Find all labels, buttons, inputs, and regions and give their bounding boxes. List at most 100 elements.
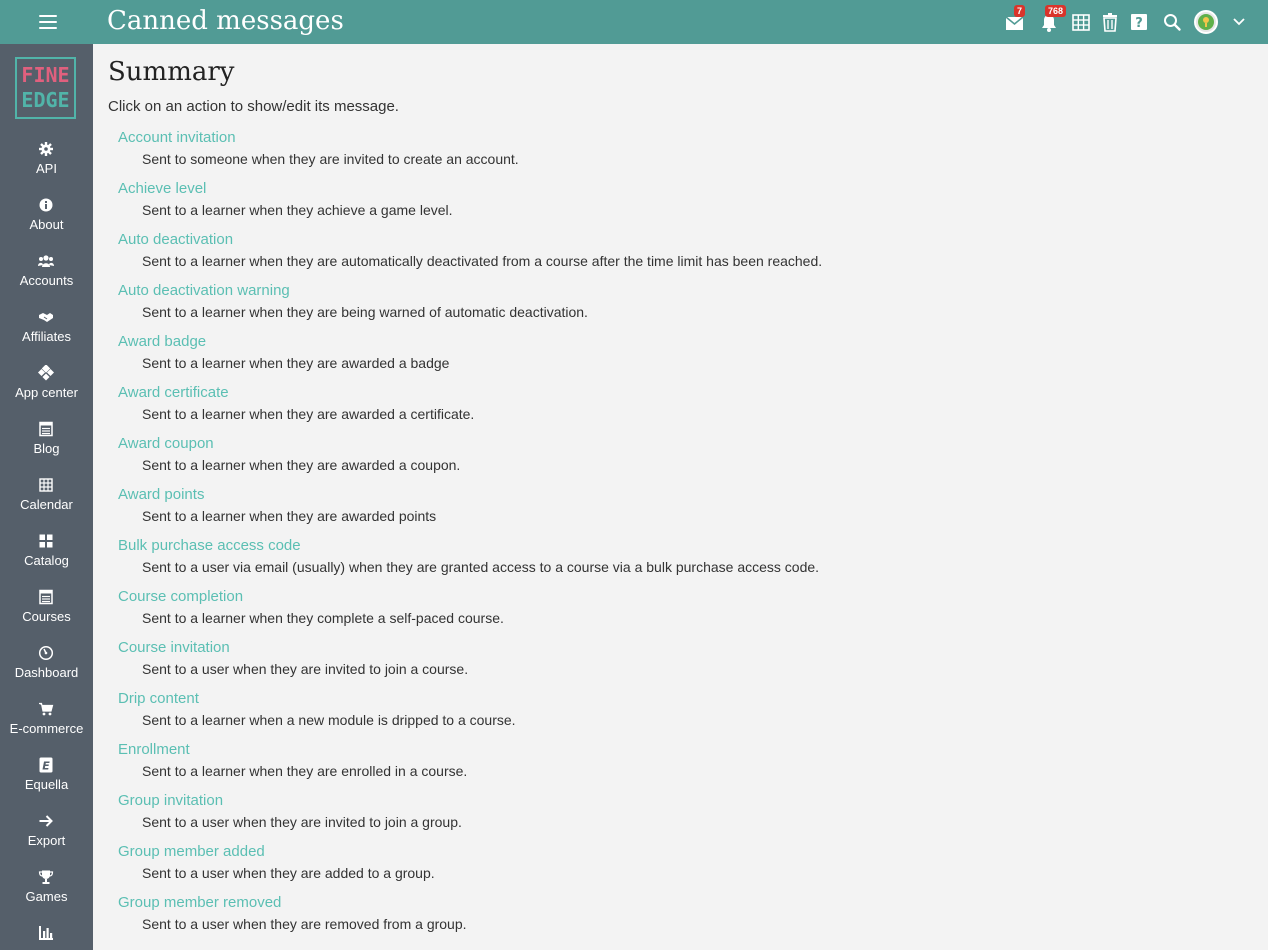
instructions-text: Click on an action to show/edit its mess…: [108, 98, 399, 115]
search-icon: [1164, 14, 1181, 31]
message-link[interactable]: Enrollment: [118, 741, 190, 758]
calendar-icon: [1072, 14, 1090, 31]
top-bar: Canned messages 7 768 ?: [0, 0, 1268, 44]
sidebar-item-blog[interactable]: Blog: [0, 421, 93, 477]
gear-icon: [39, 142, 53, 156]
sidebar-item-label: Equella: [24, 777, 69, 792]
message-description: Sent to a learner when they are automati…: [142, 253, 823, 269]
trash-icon: [1103, 13, 1117, 32]
sidebar-item-label: Dashboard: [14, 665, 79, 680]
message-description: Sent to a learner when they are awarded …: [142, 355, 450, 371]
user-avatar[interactable]: [1194, 10, 1218, 34]
sidebar-item-reports[interactable]: [0, 925, 93, 950]
info-icon: [39, 198, 53, 212]
equella-icon: E: [39, 757, 53, 773]
message-description: Sent to a user when they are invited to …: [142, 814, 462, 830]
sidebar-item-accounts[interactable]: Accounts: [0, 253, 93, 309]
message-link[interactable]: Auto deactivation warning: [118, 282, 290, 299]
list-item: Drip content Sent to a learner when a new…: [118, 690, 1218, 741]
message-link[interactable]: Group member removed: [118, 894, 281, 911]
sidebar-item-label: Export: [27, 833, 66, 848]
list-item: Auto deactivation warning Sent to a learn…: [118, 282, 1218, 333]
list-item: Group member added Sent to a user when th…: [118, 843, 1218, 894]
message-link[interactable]: Account invitation: [118, 129, 236, 146]
list-item: Enrollment Sent to a learner when they ar…: [118, 741, 1218, 792]
blog-icon: [39, 421, 53, 437]
bar-chart-icon: [39, 926, 53, 940]
sidebar-item-catalog[interactable]: Catalog: [0, 533, 93, 589]
message-description: Sent to a user via email (usually) when …: [142, 559, 820, 575]
messages-button[interactable]: 7: [1003, 5, 1027, 34]
message-description: Sent to a learner when they achieve a ga…: [142, 202, 453, 218]
sidebar-item-app-center[interactable]: App center: [0, 365, 93, 421]
message-link[interactable]: Auto deactivation: [118, 231, 233, 248]
gauge-icon: [38, 645, 54, 661]
svg-text:?: ?: [1135, 16, 1143, 31]
search-button[interactable]: [1160, 10, 1184, 34]
message-link[interactable]: Course completion: [118, 588, 243, 605]
courses-icon: [39, 589, 53, 605]
message-link[interactable]: Award points: [118, 486, 204, 503]
calendar-button[interactable]: [1069, 10, 1093, 34]
message-link[interactable]: Achieve level: [118, 180, 206, 197]
message-link[interactable]: Course invitation: [118, 639, 230, 656]
message-description: Sent to a learner when they are enrolled…: [142, 763, 468, 779]
trophy-icon: [38, 870, 54, 884]
sidebar-item-export[interactable]: Export: [0, 813, 93, 869]
sidebar-item-e-commerce[interactable]: E-commerce: [0, 701, 93, 757]
sidebar-item-affiliates[interactable]: Affiliates: [0, 309, 93, 365]
messages-badge: 7: [1014, 5, 1026, 17]
cart-icon: [39, 702, 54, 716]
message-link[interactable]: Group member added: [118, 843, 265, 860]
sidebar-item-games[interactable]: Games: [0, 869, 93, 925]
message-link[interactable]: Award certificate: [118, 384, 229, 401]
list-item: Course completion Sent to a learner when …: [118, 588, 1218, 639]
message-link[interactable]: Bulk purchase access code: [118, 537, 301, 554]
sidebar-item-label: App center: [15, 385, 78, 400]
logo-line-2: EDGE: [21, 88, 70, 112]
notifications-badge: 768: [1045, 5, 1067, 17]
sidebar-item-label: Affiliates: [22, 329, 71, 344]
message-link[interactable]: Drip content: [118, 690, 199, 707]
message-description: Sent to a user when they are removed fro…: [142, 916, 467, 932]
apps-icon: [38, 365, 54, 381]
sidebar-item-calendar[interactable]: Calendar: [0, 477, 93, 533]
notifications-button[interactable]: 768: [1037, 5, 1067, 34]
message-link[interactable]: Award coupon: [118, 435, 214, 452]
sidebar-item-label: Courses: [22, 609, 71, 624]
sidebar-item-courses[interactable]: Courses: [0, 589, 93, 645]
message-link[interactable]: Group invitation: [118, 792, 223, 809]
sidebar-item-dashboard[interactable]: Dashboard: [0, 645, 93, 701]
message-description: Sent to a user when they are invited to …: [142, 661, 469, 677]
help-button[interactable]: ?: [1127, 10, 1151, 34]
list-item: Award certificate Sent to a learner when …: [118, 384, 1218, 435]
sidebar-item-api[interactable]: API: [0, 141, 93, 197]
message-description: Sent to a learner when they are awarded …: [142, 406, 475, 422]
list-item: Award coupon Sent to a learner when they …: [118, 435, 1218, 486]
message-description: Sent to a learner when they are being wa…: [142, 304, 588, 320]
sidebar-item-label: Games: [25, 889, 68, 904]
arrow-right-icon: [39, 815, 53, 827]
sidebar-item-label: Blog: [33, 441, 60, 456]
list-item: Award points Sent to a learner when they …: [118, 486, 1218, 537]
chevron-down-icon[interactable]: [1231, 14, 1247, 30]
message-description: Sent to someone when they are invited to…: [142, 151, 519, 167]
handshake-icon: [39, 313, 53, 322]
hamburger-menu-icon[interactable]: [29, 12, 67, 34]
trash-button[interactable]: [1098, 10, 1122, 34]
main-content: Summary Click on an action to show/edit …: [93, 44, 1268, 950]
list-item: Account invitation Sent to someone when t…: [118, 129, 1218, 180]
message-link[interactable]: Award badge: [118, 333, 206, 350]
svg-text:E: E: [42, 760, 50, 773]
list-item: Achieve level Sent to a learner when they…: [118, 180, 1218, 231]
sidebar-item-label: API: [36, 161, 57, 176]
message-description: Sent to a learner when they are awarded …: [142, 508, 437, 524]
message-description: Sent to a user when they are added to a …: [142, 865, 435, 881]
sidebar-item-about[interactable]: About: [0, 197, 93, 253]
fine-edge-logo[interactable]: FINE EDGE: [15, 57, 76, 119]
page-title: Summary: [108, 57, 235, 87]
sidebar-item-equella[interactable]: E Equella: [0, 757, 93, 813]
list-item: Group invitation Sent to a user when they…: [118, 792, 1218, 843]
message-description: Sent to a learner when a new module is d…: [142, 712, 516, 728]
list-item: Course invitation Sent to a user when the…: [118, 639, 1218, 690]
